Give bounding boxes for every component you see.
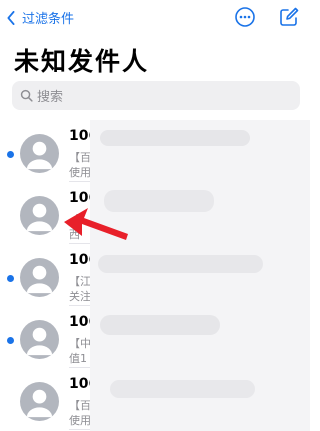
avatar bbox=[20, 258, 59, 297]
unread-dot bbox=[7, 275, 14, 282]
chevron-left-icon bbox=[7, 10, 15, 25]
blurred-text bbox=[98, 255, 263, 273]
more-button[interactable] bbox=[234, 6, 256, 28]
search-icon bbox=[20, 89, 33, 102]
blurred-content-overlay bbox=[90, 120, 310, 431]
message-preview-line2: 值1 bbox=[69, 352, 87, 365]
blurred-text bbox=[100, 130, 250, 146]
navigation-bar: 过滤条件 bbox=[0, 0, 310, 36]
avatar bbox=[20, 134, 59, 173]
message-preview-line1: 【江 bbox=[69, 275, 91, 288]
message-preview-line2: 使用 bbox=[69, 414, 91, 427]
message-preview-line1: 【百 bbox=[69, 399, 91, 412]
message-preview-line2: 使用 bbox=[69, 166, 91, 179]
compose-button[interactable] bbox=[278, 6, 300, 28]
message-preview-line1: 【百 bbox=[69, 151, 91, 164]
avatar bbox=[20, 320, 59, 359]
unread-dot bbox=[7, 337, 14, 344]
ellipsis-circle-icon bbox=[235, 7, 255, 27]
red-arrow-annotation bbox=[64, 208, 128, 240]
person-icon bbox=[26, 327, 53, 356]
compose-icon bbox=[280, 7, 299, 26]
unread-dot bbox=[7, 151, 14, 158]
page-title: 未知发件人 bbox=[14, 47, 150, 76]
search-placeholder: 搜索 bbox=[37, 90, 64, 105]
avatar bbox=[20, 196, 59, 235]
back-button[interactable]: 过滤条件 bbox=[6, 8, 74, 27]
blurred-text bbox=[110, 380, 255, 398]
back-label: 过滤条件 bbox=[22, 12, 75, 27]
person-icon bbox=[26, 265, 53, 294]
blurred-text bbox=[100, 315, 220, 335]
message-preview-line1: 【中 bbox=[69, 337, 91, 350]
avatar bbox=[20, 382, 59, 421]
person-icon bbox=[26, 141, 53, 170]
search-field[interactable]: 搜索 bbox=[12, 81, 300, 110]
person-icon bbox=[26, 203, 53, 232]
message-preview-line2: 关注 bbox=[69, 290, 91, 303]
person-icon bbox=[26, 389, 53, 418]
